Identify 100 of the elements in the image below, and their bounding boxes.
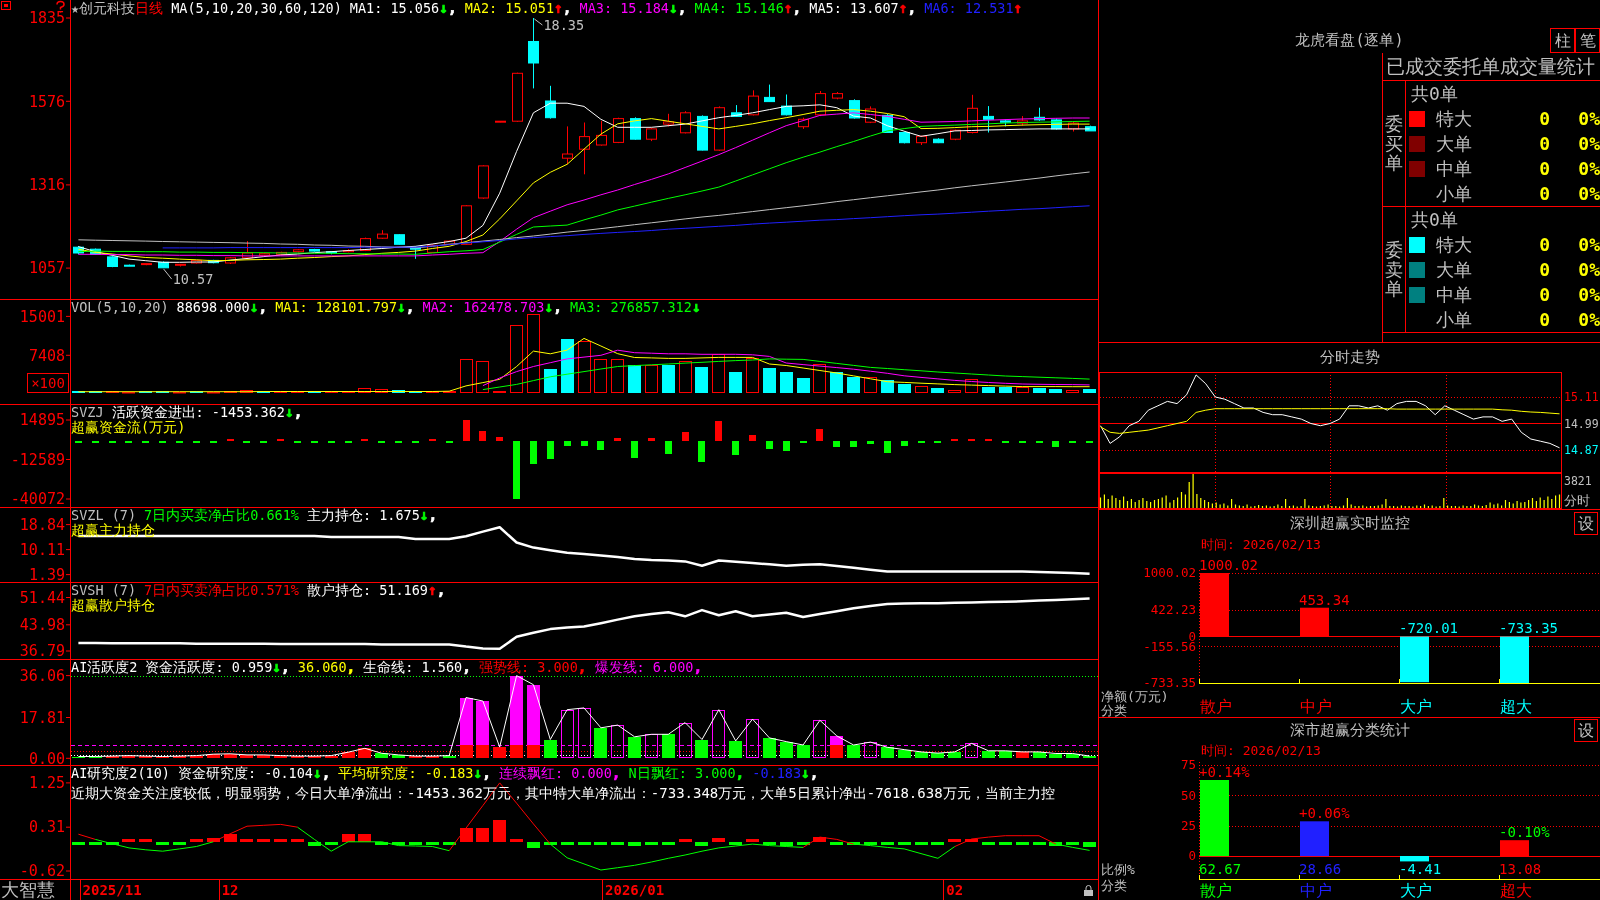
- trend-arrow: ↓: [669, 1, 678, 16]
- indicator-label: AI研究度2(10): [71, 766, 170, 781]
- indicator-label: MA(5,10,20,30,60,120): [171, 1, 342, 16]
- legend-comma: ,: [321, 766, 331, 781]
- trend-arrow: ↓: [249, 300, 259, 315]
- order-total: 共0单: [1411, 82, 1458, 106]
- date-label: 02: [946, 881, 964, 898]
- legend-comma: ,: [792, 1, 802, 16]
- axis-tick-label: 1316: [28, 176, 65, 195]
- axis-tick-label: 14.87: [1564, 443, 1599, 457]
- legend-comma: ,: [462, 660, 471, 675]
- unit-label: ×100: [27, 373, 69, 393]
- trend-arrow: ↑: [898, 1, 908, 16]
- legend-comma: ,: [611, 766, 621, 781]
- axis-tick-label: 1000.02: [1143, 565, 1196, 581]
- order-count: 0: [1539, 309, 1550, 330]
- order-count: 0: [1539, 259, 1550, 280]
- trend-arrow: ↓: [312, 766, 322, 781]
- analysis-text: 近期大资金关注度较低，明显弱势，今日大单净流出：-1453.362万元，其中特大单净流出：-733.348万元，大单5日累计净出-7618.638万元，当前主力控: [71, 785, 1055, 801]
- date-label: 2025/11: [82, 881, 142, 898]
- axis-tick-label: 15.11: [1564, 390, 1599, 404]
- legend-comma: ,: [907, 1, 917, 16]
- indicator-value: -0.183: [752, 766, 802, 781]
- indicator-label: 7日内买卖净占比0.661%: [144, 508, 299, 523]
- panel-title: 深市超赢分类统计: [1289, 721, 1410, 740]
- indicator-value: MA1: 15.056: [349, 1, 440, 16]
- order-count: 0: [1539, 234, 1550, 255]
- trend-arrow: ↓: [691, 300, 701, 315]
- change-label: -0.10%: [1499, 824, 1550, 841]
- indicator-label: AI活跃度2: [71, 660, 138, 675]
- order-share: 0%: [1578, 259, 1600, 280]
- axis-tick-label: 1.25: [28, 774, 65, 793]
- side-label: 委买单: [1385, 113, 1403, 174]
- order-count: 0: [1539, 284, 1550, 305]
- panel-title: 分时走势: [1319, 348, 1380, 367]
- axis-label: 比例%: [1101, 861, 1135, 877]
- axis-tick-label: 14.99: [1564, 416, 1599, 431]
- change-label: +0.06%: [1299, 805, 1350, 822]
- size-label: 特大: [1436, 232, 1472, 257]
- axis-tick-label: 10.11: [19, 540, 65, 559]
- trend-arrow: ↑: [783, 1, 793, 16]
- legend-comma: ,: [436, 583, 446, 598]
- category-label: 超大: [1500, 696, 1532, 716]
- indicator-value: 强势线: 3.000: [478, 660, 578, 675]
- value-label: 1000.02: [1199, 556, 1258, 573]
- panel-title: 龙虎看盘(逐单): [1295, 31, 1404, 50]
- category-label: 大户: [1400, 696, 1432, 716]
- legend-comma: ,: [677, 1, 687, 16]
- order-share: 0%: [1578, 284, 1600, 305]
- axis-tick-label: 18.84: [19, 515, 65, 534]
- axis-tick-label: 75: [1180, 757, 1196, 773]
- size-label: 小单: [1436, 307, 1472, 332]
- legend-comma: ,: [447, 1, 457, 16]
- axis-tick-label: 1.39: [28, 565, 65, 584]
- peak-label: 3821: [1564, 474, 1592, 488]
- date-label: 12: [221, 881, 239, 898]
- trend-arrow: ↓: [397, 300, 406, 315]
- indicator-value: MA2: 162478.703: [422, 300, 545, 315]
- order-count: 0: [1539, 158, 1550, 179]
- category-label: 中户: [1300, 696, 1332, 716]
- size-label: 小单: [1436, 181, 1472, 206]
- indicator-label: 日线: [135, 1, 164, 16]
- indicator-value: 资金研究度: -0.104: [177, 766, 313, 781]
- indicator-subtitle: 超赢主力持仓: [71, 523, 155, 538]
- indicator-label: SVSH (7): [71, 583, 137, 598]
- axis-label: 分类: [1101, 877, 1127, 893]
- order-total: 共0单: [1411, 208, 1458, 232]
- trend-arrow: ↓: [272, 660, 282, 675]
- trend-arrow: ↑: [1013, 1, 1023, 16]
- brand-label: 大智慧: [1, 880, 55, 900]
- axis-tick-label: 36.79: [19, 642, 65, 661]
- axis-tick-label: 7408: [28, 346, 65, 365]
- trend-arrow: ↓: [284, 405, 294, 420]
- order-share: 0%: [1578, 234, 1600, 255]
- indicator-value: 连续飘红: 0.000: [498, 766, 612, 781]
- legend-comma: ,: [293, 405, 303, 420]
- trend-arrow: ↓: [801, 766, 810, 781]
- axis-label: 分类: [1101, 702, 1127, 718]
- axis-label: 净额(万元): [1101, 688, 1169, 704]
- time-label: 时间: 2026/02/13: [1201, 743, 1321, 759]
- axis-tick-label: 14895: [19, 411, 65, 430]
- axis-tick-label: 15001: [19, 307, 65, 326]
- order-count: 0: [1539, 108, 1550, 129]
- category-label: 大户: [1400, 880, 1432, 900]
- legend-comma: ,: [577, 660, 587, 675]
- legend-comma: ,: [693, 660, 703, 675]
- price-annotation: 10.57: [172, 270, 214, 287]
- trend-arrow: ↓: [439, 1, 448, 16]
- indicator-value: 散户持仓: 51.169: [306, 583, 428, 598]
- value-label: -4.41: [1399, 860, 1442, 877]
- axis-tick-label: 50: [1180, 787, 1196, 803]
- axis-tick-label: 25: [1180, 818, 1196, 834]
- category-label: 散户: [1200, 696, 1232, 716]
- indicator-value: MA5: 13.607: [809, 1, 899, 16]
- legend-comma: ,: [346, 660, 356, 675]
- order-share: 0%: [1578, 183, 1600, 204]
- legend-comma: ,: [281, 660, 290, 675]
- value-label: -720.01: [1399, 620, 1458, 637]
- legend-comma: ,: [482, 766, 491, 781]
- size-label: 特大: [1436, 106, 1472, 131]
